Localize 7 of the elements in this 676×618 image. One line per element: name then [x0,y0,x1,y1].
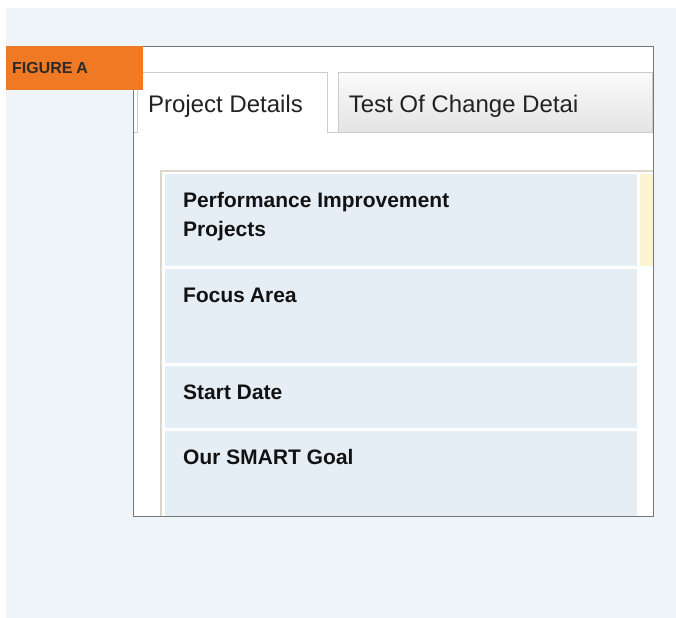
field-label: Our SMART Goal [165,431,637,516]
field-label: Performance Improvement Projects [165,174,637,266]
field-label: Start Date [165,366,637,428]
tab[interactable]: Test Of Change Detai [338,72,653,132]
figure-label: FIGURE A [6,46,143,90]
tab[interactable]: Project Details [137,72,328,133]
field-label: Focus Area [165,269,637,363]
